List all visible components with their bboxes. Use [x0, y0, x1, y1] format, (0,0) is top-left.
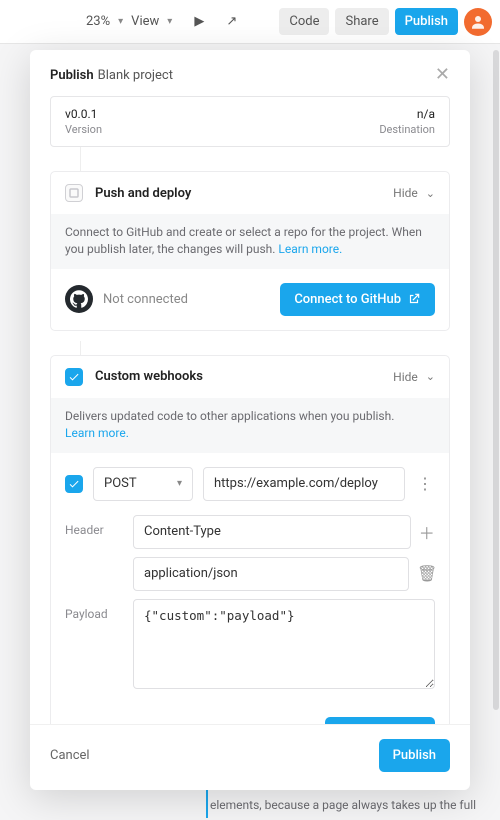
chevron-down-icon: ▾: [177, 478, 182, 489]
new-webhook-button[interactable]: New webhook: [325, 717, 435, 724]
webhooks-learn-more-link[interactable]: Learn more.: [65, 426, 129, 440]
destination-label: Destination: [379, 123, 435, 136]
view-menu[interactable]: View: [131, 14, 159, 29]
webhooks-checkbox[interactable]: [65, 368, 83, 386]
publish-button-toolbar[interactable]: Publish: [395, 8, 458, 35]
push-deploy-checkbox[interactable]: [65, 184, 83, 202]
avatar[interactable]: [464, 8, 492, 36]
open-external-icon: [407, 292, 421, 306]
chevron-down-icon: ⌄: [426, 370, 435, 383]
chevron-down-icon: ⌄: [426, 187, 435, 200]
play-icon[interactable]: ▶: [194, 14, 204, 29]
cancel-button[interactable]: Cancel: [50, 748, 90, 763]
http-method-select[interactable]: POST ▾: [93, 467, 193, 501]
header-value-input[interactable]: [133, 557, 409, 591]
modal-header: Publish Blank project ✕: [30, 50, 470, 96]
webhooks-description: Delivers updated code to other applicati…: [51, 398, 449, 453]
modal-title: Publish: [50, 68, 94, 83]
payload-label: Payload: [65, 599, 121, 621]
publish-modal: Publish Blank project ✕ v0.0.1 Version n…: [30, 50, 470, 790]
accent-bar: [206, 790, 208, 818]
delete-header-icon[interactable]: 🗑: [417, 564, 435, 583]
chevron-down-icon[interactable]: ▾: [118, 16, 123, 27]
chevron-down-icon[interactable]: ▾: [167, 16, 172, 27]
push-deploy-description: Connect to GitHub and create or select a…: [51, 214, 449, 269]
open-external-icon[interactable]: ↗: [226, 14, 237, 29]
close-icon[interactable]: ✕: [435, 66, 450, 84]
header-key-input[interactable]: [133, 515, 411, 549]
add-header-icon[interactable]: ＋: [419, 520, 435, 544]
github-status: Not connected: [103, 292, 188, 307]
version-destination-row: v0.0.1 Version n/a Destination: [50, 96, 450, 147]
top-toolbar: 23% ▾ View ▾ ▶ ↗ Code Share Publish: [0, 0, 500, 44]
push-deploy-toggle[interactable]: Hide ⌄: [393, 186, 435, 200]
webhooks-toggle[interactable]: Hide ⌄: [393, 370, 435, 384]
webhook-enabled-checkbox[interactable]: [65, 475, 83, 493]
section-custom-webhooks: Custom webhooks Hide ⌄ Delivers updated …: [50, 355, 450, 724]
publish-button[interactable]: Publish: [379, 739, 450, 772]
push-deploy-title: Push and deploy: [95, 186, 191, 201]
share-button[interactable]: Share: [335, 8, 388, 35]
header-label: Header: [65, 515, 121, 537]
background-text: elements, because a page always takes up…: [210, 796, 490, 814]
destination-value: n/a: [379, 107, 435, 121]
github-icon: [65, 285, 93, 313]
payload-textarea[interactable]: [133, 599, 435, 689]
version-label: Version: [65, 123, 102, 136]
connect-github-button[interactable]: Connect to GitHub: [280, 283, 435, 316]
webhooks-title: Custom webhooks: [95, 369, 203, 384]
page-scrollbar[interactable]: [493, 50, 499, 710]
more-icon[interactable]: ⋮: [415, 474, 435, 493]
modal-subtitle: Blank project: [98, 68, 173, 83]
section-push-deploy: Push and deploy Hide ⌄ Connect to GitHub…: [50, 171, 450, 331]
webhook-url-input[interactable]: [203, 467, 405, 501]
version-value: v0.0.1: [65, 107, 102, 121]
zoom-level[interactable]: 23%: [86, 14, 110, 29]
push-learn-more-link[interactable]: Learn more.: [278, 242, 342, 256]
code-button[interactable]: Code: [279, 8, 329, 35]
